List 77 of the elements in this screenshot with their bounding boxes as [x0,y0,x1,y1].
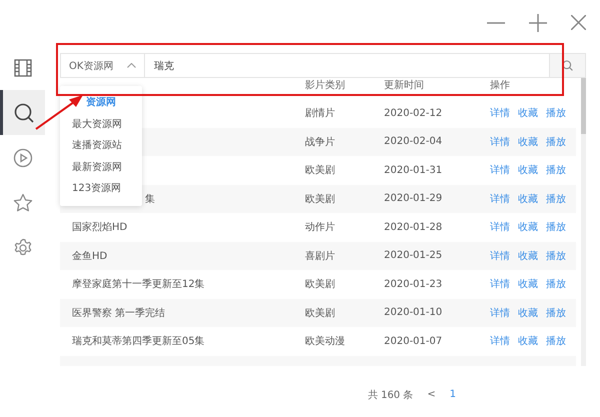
genre-cell: 欧美剧 [305,165,335,176]
date-cell: 2020-02-12 [384,108,442,119]
search-button[interactable] [550,53,586,78]
action-link[interactable]: 播放 [546,163,566,178]
date-cell: 2020-01-23 [384,278,442,290]
action-link[interactable]: 详情 [490,134,510,149]
action-link[interactable]: 详情 [490,192,510,206]
genre-cell: 欧美动漫 [305,336,345,348]
date-cell: 2020-02-04 [384,136,442,148]
action-link[interactable]: 播放 [546,248,566,263]
date-cell: 2020-01-07 [384,336,442,347]
menu-item[interactable]: 最大资源网 [72,118,122,131]
genre-cell: 战争片 [305,136,335,148]
date-cell: 2020-01-25 [384,250,442,262]
action-link[interactable]: 详情 [490,106,510,120]
column-header: 操作 [490,80,511,92]
action-link[interactable]: 收藏 [518,106,538,120]
action-link[interactable]: 详情 [490,248,510,263]
action-link[interactable]: 详情 [490,163,510,178]
action-link[interactable]: 播放 [546,306,566,320]
genre-cell: 欧美剧 [305,194,335,205]
genre-cell: 欧美剧 [305,279,335,290]
total-count: 共 160 条 [368,388,414,402]
date-cell: 2020-01-28 [384,222,442,233]
menu-item[interactable]: 最新资源网 [72,162,122,174]
action-link[interactable]: 播放 [546,220,566,234]
title-cell: 医界警察 第一季完结 [72,308,166,319]
star-icon [12,192,32,212]
page-number[interactable]: 1 [450,389,456,400]
minimize-icon[interactable] [487,22,505,24]
sidebar-item[interactable] [0,90,45,135]
genre-cell: 喜剧片 [305,250,335,262]
close-icon[interactable] [571,15,586,30]
play-circle-icon [12,148,32,168]
action-link[interactable]: 收藏 [518,248,538,263]
action-link[interactable]: 收藏 [518,163,538,178]
action-link[interactable]: 播放 [546,277,566,292]
genre-cell: 动作片 [305,222,335,234]
action-link[interactable]: 播放 [546,192,566,206]
scrollbar[interactable] [581,78,586,366]
action-link[interactable]: 收藏 [518,220,538,234]
menu-item[interactable]: 速播资源站 [72,140,122,152]
date-cell: 2020-01-29 [384,193,442,204]
action-link[interactable]: 播放 [546,134,566,149]
action-link[interactable]: 收藏 [518,334,538,348]
column-header: 更新时间 [384,80,425,92]
title-cell: 国家烈焰HD [72,222,128,234]
maximize-icon[interactable] [529,14,547,32]
action-link[interactable]: 收藏 [518,134,538,149]
action-link[interactable]: 详情 [490,334,510,348]
caret-icon [127,63,136,68]
menu-item[interactable]: 123资源网 [72,183,122,196]
action-link[interactable]: 播放 [546,106,566,120]
search-icon [13,102,35,124]
action-link[interactable]: 收藏 [518,306,538,320]
film-grid-icon [14,58,32,76]
date-cell: 2020-01-10 [384,307,442,318]
action-link[interactable]: 收藏 [518,277,538,292]
genre-cell: 剧情片 [305,108,335,120]
column-header: 影片类别 [305,80,346,92]
action-link[interactable]: 详情 [490,306,510,320]
search-field[interactable]: 瑞克 [145,53,550,78]
action-link[interactable]: 详情 [490,220,510,234]
title-cell: 摩登家庭第十一季更新至12集 [72,279,205,290]
menu-item[interactable]: 资源网 [86,97,116,110]
genre-cell: 欧美剧 [305,308,335,319]
action-link[interactable]: 详情 [490,277,510,292]
action-link[interactable]: 收藏 [518,192,538,206]
action-link[interactable]: 播放 [546,334,566,348]
title-cell: 集 [145,194,155,205]
date-cell: 2020-01-31 [384,164,442,176]
search-icon [562,60,573,71]
source-select[interactable]: OK资源网 [60,53,145,78]
title-cell: 金鱼HD [72,250,108,262]
title-cell: 瑞克和莫蒂第四季更新至05集 [72,336,205,348]
settings-icon [12,238,32,258]
previous-page-button[interactable]: < [427,389,436,400]
